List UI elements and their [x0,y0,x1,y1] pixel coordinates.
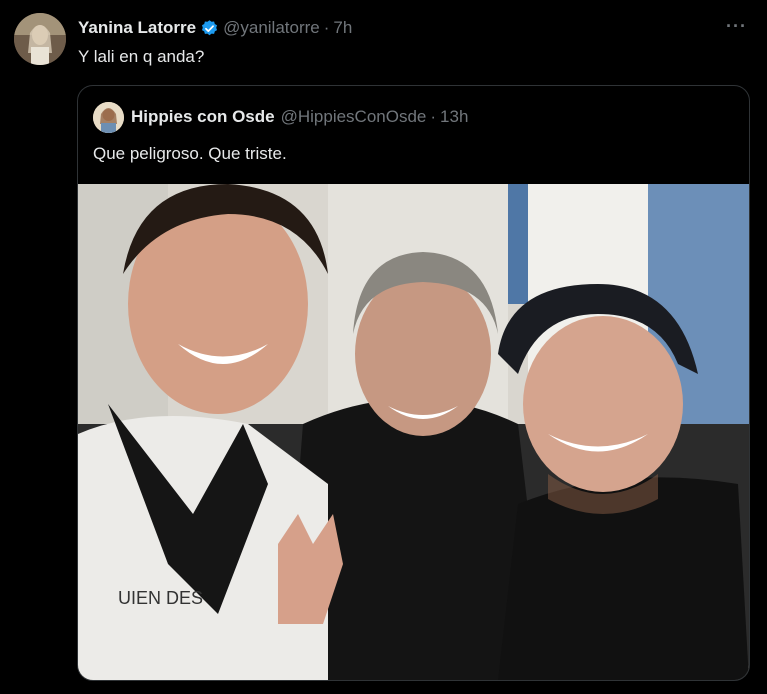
quoted-separator: · [430,107,437,126]
tweet: Yanina Latorre @yanilatorre · 7h ··· Y l… [0,0,767,694]
more-options-icon[interactable]: ··· [726,16,747,37]
quoted-author-avatar[interactable] [93,102,124,133]
tweet-header: Yanina Latorre @yanilatorre · 7h [78,16,352,40]
author-handle[interactable]: @yanilatorre [223,18,320,38]
quoted-time[interactable]: 13h [440,107,468,127]
header-separator: · [323,18,330,37]
quoted-author-name[interactable]: Hippies con Osde [131,107,275,127]
quoted-photo[interactable]: UIEN DES [78,184,749,680]
tweet-text: Y lali en q anda? [78,47,205,66]
tweet-time[interactable]: 7h [333,18,352,38]
author-name[interactable]: Yanina Latorre [78,18,196,38]
quoted-tweet[interactable]: Hippies con Osde @HippiesConOsde · 13h Q… [77,85,750,681]
quoted-header: Hippies con Osde @HippiesConOsde · 13h [131,107,468,127]
author-avatar[interactable] [14,13,66,65]
shirt-text: UIEN DES [118,588,203,608]
quoted-text: Que peligroso. Que triste. [93,144,287,163]
quoted-author-handle[interactable]: @HippiesConOsde [281,107,427,127]
verified-badge-icon [200,19,219,38]
